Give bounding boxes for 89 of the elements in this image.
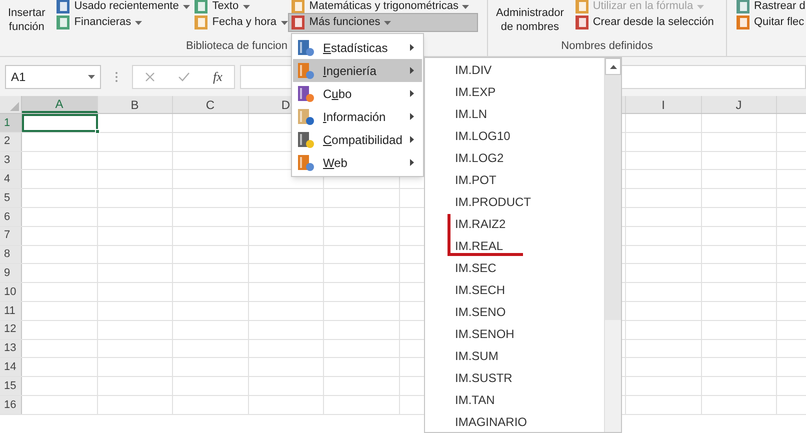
submenu-arrow-icon (410, 113, 414, 120)
function-item[interactable]: IM.RAIZ2 (425, 213, 604, 235)
ribbon-button[interactable]: Usado recientemente (53, 0, 192, 13)
insert-function-button[interactable]: fx (213, 66, 222, 86)
column-header[interactable]: I (626, 96, 702, 113)
submenu-arrow-icon (410, 90, 414, 97)
check-icon[interactable] (178, 72, 190, 82)
function-item[interactable]: IM.LOG10 (425, 125, 604, 147)
row-header[interactable]: 2 (0, 132, 22, 151)
function-item[interactable]: IM.LOG2 (425, 147, 604, 169)
function-category-icon (297, 84, 315, 102)
function-item[interactable]: IM.SENO (425, 301, 604, 323)
book-icon (574, 15, 589, 30)
function-category-icon (297, 62, 315, 80)
book-icon (291, 15, 306, 30)
row-header[interactable]: 8 (0, 246, 22, 264)
row-header[interactable]: 1 (0, 114, 22, 132)
ribbon-button[interactable]: Rastrear d (733, 0, 803, 13)
function-item[interactable]: IM.SEC (425, 257, 604, 279)
function-item[interactable]: IM.SUSTR (425, 367, 604, 389)
row-header[interactable]: 7 (0, 226, 22, 245)
row-header[interactable]: 3 (0, 152, 22, 170)
function-item[interactable]: IM.TAN (425, 389, 604, 411)
ribbon-button[interactable]: Financieras (53, 13, 192, 32)
book-icon (736, 15, 750, 30)
submenu-arrow-icon (410, 136, 414, 143)
submenu-arrow-icon (410, 44, 414, 51)
column-header[interactable]: B (98, 96, 173, 113)
row-header[interactable]: 14 (0, 358, 22, 376)
function-category-icon (297, 108, 315, 126)
menu-label: Información (323, 108, 387, 126)
scrollbar[interactable] (604, 58, 621, 432)
menu-item[interactable]: Web (293, 151, 422, 174)
menu-label: Cubo (323, 86, 353, 102)
ribbon-button[interactable]: Quitar flec (733, 13, 803, 32)
ribbon-button[interactable]: Fecha y hora (191, 13, 288, 32)
group-label: Biblioteca de funcion (186, 39, 288, 54)
row-header[interactable]: 15 (0, 377, 22, 395)
row-header[interactable]: 11 (0, 302, 22, 320)
submenu-arrow-icon (410, 159, 414, 166)
row-header[interactable]: 16 (0, 396, 22, 414)
menu-label: Ingeniería (323, 62, 378, 80)
function-item[interactable]: IM.POT (425, 169, 604, 191)
menu-label: Estadísticas (323, 40, 389, 56)
column-header[interactable]: J (702, 96, 777, 113)
function-category-icon (297, 154, 315, 172)
select-all-icon[interactable] (10, 102, 19, 111)
menu-item[interactable]: Ingeniería (293, 59, 422, 82)
ribbon-button[interactable]: Más funciones (288, 13, 478, 32)
menu-label: Web (323, 154, 348, 172)
row-header[interactable]: 4 (0, 170, 22, 188)
group-label: Nombres definidos (561, 39, 653, 54)
menu-item[interactable]: Estadísticas (293, 36, 422, 59)
column-header[interactable]: A (22, 96, 98, 113)
submenu-arrow-icon (410, 67, 414, 74)
scroll-thumb[interactable] (605, 75, 621, 320)
large-ribbon-button[interactable]: Administrador de nombres (488, 0, 572, 34)
menu-item[interactable]: Compatibilidad (293, 128, 422, 151)
book-icon (56, 15, 70, 30)
function-category-icon (297, 38, 315, 56)
caret-icon (88, 74, 95, 78)
row-header[interactable]: 9 (0, 264, 22, 282)
function-item[interactable]: IM.REAL (425, 235, 604, 257)
row-header[interactable]: 5 (0, 189, 22, 207)
column-header[interactable]: C (173, 96, 248, 113)
ribbon-button[interactable]: Crear desde la selección (572, 13, 717, 32)
large-ribbon-button[interactable]: Insertar función (0, 0, 54, 34)
close-icon[interactable] (144, 72, 155, 82)
menu-label: Compatibilidad (323, 132, 402, 148)
function-item[interactable]: IM.SECH (425, 279, 604, 301)
row-header[interactable]: 6 (0, 208, 22, 226)
function-item[interactable]: IM.DIV (425, 59, 604, 81)
ribbon-button[interactable]: Texto (191, 0, 288, 13)
scroll-up-button[interactable] (605, 58, 621, 75)
function-category-icon (297, 130, 315, 148)
function-item[interactable]: IM.SUM (425, 345, 604, 367)
up-arrow-icon (610, 64, 616, 68)
row-header[interactable]: 10 (0, 283, 22, 301)
active-cell[interactable] (22, 114, 98, 132)
function-item[interactable]: IM.EXP (425, 81, 604, 103)
function-item[interactable]: IM.SENOH (425, 323, 604, 345)
row-header[interactable]: 13 (0, 340, 22, 358)
function-item[interactable]: IMAGINARIO (425, 411, 604, 433)
grip-icon (115, 70, 118, 82)
name-box[interactable]: A1 (5, 64, 101, 88)
row-header[interactable]: 12 (0, 320, 22, 339)
function-item[interactable]: IM.LN (425, 103, 604, 125)
book-icon (194, 15, 208, 30)
function-item[interactable]: IM.PRODUCT (425, 191, 604, 213)
